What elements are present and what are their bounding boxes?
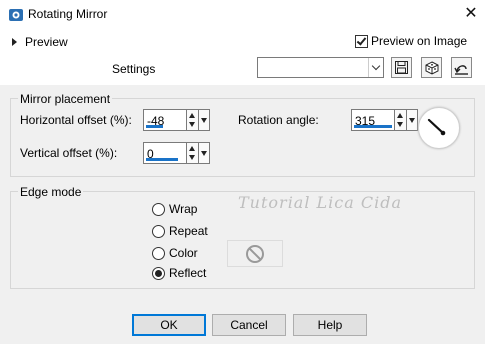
radio-reflect[interactable] [152, 266, 165, 280]
preview-on-image-label: Preview on Image [371, 34, 468, 48]
help-button[interactable]: Help [293, 314, 367, 336]
rotation-angle-label: Rotation angle: [238, 113, 319, 127]
save-icon [395, 61, 408, 74]
cancel-button[interactable]: Cancel [212, 314, 286, 336]
ok-button[interactable]: OK [132, 314, 206, 336]
arrow-up-icon[interactable] [189, 146, 195, 151]
preview-label: Preview [25, 35, 68, 49]
edge-mode-color-option[interactable]: Color [152, 246, 198, 260]
rotation-angle-slider-bar[interactable] [354, 125, 392, 128]
save-preset-button[interactable] [391, 57, 412, 78]
rotation-angle-input[interactable]: 315 [351, 109, 395, 131]
radio-repeat[interactable] [152, 224, 165, 238]
vertical-offset-stepper[interactable] [187, 142, 199, 164]
horizontal-offset-input[interactable]: -48 [143, 109, 187, 131]
close-icon[interactable]: ✕ [462, 4, 480, 24]
checkmark-icon [356, 34, 367, 46]
arrow-down-icon[interactable] [397, 122, 403, 127]
dropdown-arrow[interactable] [368, 58, 383, 77]
arrow-down-icon[interactable] [189, 155, 195, 160]
vertical-offset-slider-bar[interactable] [146, 158, 178, 161]
settings-dropdown[interactable] [257, 57, 384, 78]
rotation-angle-stepper[interactable] [395, 109, 407, 131]
edge-mode-wrap-label: Wrap [169, 202, 198, 216]
arrow-up-icon[interactable] [189, 113, 195, 118]
vertical-offset-dropdown[interactable] [199, 142, 210, 164]
app-icon [8, 7, 24, 23]
edge-mode-color-label: Color [169, 246, 198, 260]
settings-label: Settings [112, 62, 156, 76]
dial-needle-icon [427, 118, 446, 136]
vertical-offset-input[interactable]: 0 [143, 142, 187, 164]
randomize-button[interactable] [421, 57, 442, 78]
arrow-down-icon[interactable] [189, 122, 195, 127]
horizontal-offset-label: Horizontal offset (%): [20, 113, 132, 127]
rotation-dial[interactable] [418, 107, 460, 149]
preview-on-image-checkbox[interactable] [355, 34, 368, 48]
vertical-offset-spinner[interactable]: 0 [143, 142, 211, 166]
radio-wrap[interactable] [152, 202, 165, 216]
reset-button[interactable] [451, 57, 472, 78]
dice-icon [425, 60, 438, 75]
edge-color-swatch[interactable] [227, 240, 283, 267]
window-title: Rotating Mirror [28, 7, 108, 21]
chevron-down-icon [371, 61, 381, 71]
edge-mode-repeat-option[interactable]: Repeat [152, 224, 208, 238]
edge-mode-repeat-label: Repeat [169, 224, 208, 238]
horizontal-offset-slider-bar[interactable] [146, 125, 163, 128]
edge-mode-wrap-option[interactable]: Wrap [152, 202, 197, 216]
horizontal-offset-dropdown[interactable] [199, 109, 210, 131]
edge-mode-reflect-option[interactable]: Reflect [152, 266, 206, 280]
edge-mode-title: Edge mode [18, 185, 84, 199]
radio-color[interactable] [152, 246, 165, 260]
expand-triangle-icon [12, 38, 17, 46]
watermark: Tutorial Lica Cida [238, 193, 403, 212]
no-color-icon [246, 244, 264, 263]
arrow-up-icon[interactable] [397, 113, 403, 118]
horizontal-offset-stepper[interactable] [187, 109, 199, 131]
rotation-angle-spinner[interactable]: 315 [351, 109, 419, 133]
vertical-offset-label: Vertical offset (%): [20, 146, 118, 160]
horizontal-offset-spinner[interactable]: -48 [143, 109, 211, 133]
preview-toggle[interactable]: Preview [12, 35, 68, 49]
edge-mode-reflect-label: Reflect [169, 266, 207, 280]
preview-on-image-option[interactable]: Preview on Image [355, 34, 467, 48]
mirror-placement-title: Mirror placement [18, 92, 113, 106]
reset-icon [454, 64, 468, 75]
rotation-angle-dropdown[interactable] [407, 109, 418, 131]
